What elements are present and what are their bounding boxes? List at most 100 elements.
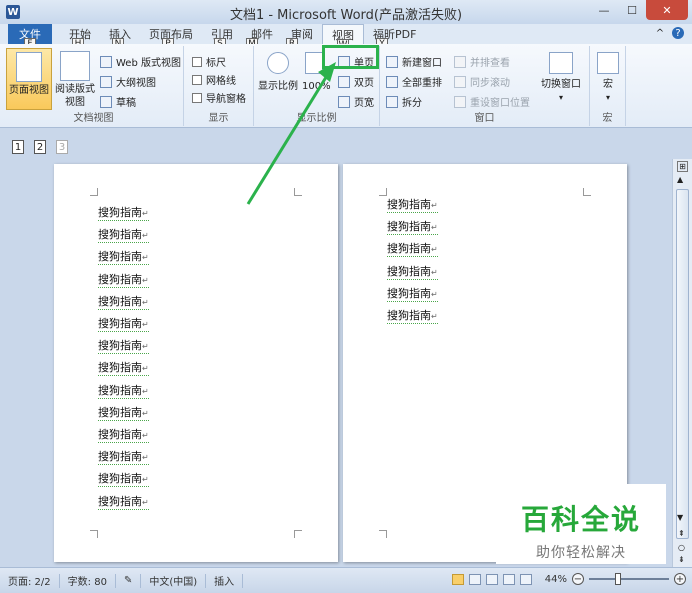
gridlines-checkbox[interactable]: 网格线 (192, 72, 236, 87)
ruler-checkbox[interactable]: 标尺 (192, 54, 226, 69)
zoom-button[interactable]: 显示比例 (258, 52, 298, 93)
document-line[interactable]: 搜狗指南↵ (98, 472, 149, 488)
tab-review[interactable]: 审阅 R (282, 24, 322, 51)
split-button[interactable]: 拆分 (386, 94, 422, 109)
outline-view-icon[interactable] (502, 573, 515, 585)
line-text: 搜狗指南 (98, 294, 142, 308)
zoom-slider[interactable] (589, 573, 669, 585)
corner-mark (90, 188, 98, 196)
document-line[interactable]: 搜狗指南↵ (98, 339, 149, 355)
reading-layout-button[interactable]: 阅读版式 视图 (54, 51, 96, 111)
document-line[interactable]: 搜狗指南↵ (98, 361, 149, 377)
nav-pane-checkbox[interactable]: 导航窗格 (192, 90, 246, 105)
document-line[interactable]: 搜狗指南↵ (98, 250, 149, 266)
page-width-label: 页宽 (354, 98, 374, 109)
tab-file[interactable]: 文件 F (8, 24, 52, 51)
document-line[interactable]: 搜狗指南↵ (98, 406, 149, 421)
zoom-in-icon[interactable]: + (674, 573, 686, 585)
switch-windows-button[interactable]: 切换窗口 ▾ (536, 52, 586, 104)
tab-mailings[interactable]: 邮件 M (242, 24, 282, 51)
vertical-scrollbar[interactable]: ⊞ ▲ ▼ ⇞ ○ ⇟ (672, 159, 692, 567)
tab-foxit-pdf[interactable]: 福昕PDF Y (364, 24, 425, 51)
checkbox-icon (192, 74, 202, 85)
next-page-icon[interactable]: ⇟ (678, 555, 685, 564)
new-window-button[interactable]: 新建窗口 (386, 54, 442, 69)
macros-button[interactable]: 宏 ▾ (594, 52, 622, 104)
document-line[interactable]: 搜狗指南↵ (98, 428, 149, 443)
word-count[interactable]: 字数: 80 (60, 573, 116, 588)
collapse-ribbon-icon[interactable]: ^ (654, 27, 666, 39)
paragraph-mark-icon: ↵ (431, 267, 438, 277)
paragraph-mark-icon: ↵ (431, 289, 438, 299)
arrange-all-button[interactable]: 全部重排 (386, 74, 442, 89)
outline-icon (100, 75, 112, 88)
outline-button[interactable]: 大纲视图 (100, 74, 156, 89)
scroll-up-icon[interactable]: ▲ (677, 175, 683, 184)
zoom-level[interactable]: 44% (545, 574, 567, 585)
reset-position-button[interactable]: 重设窗口位置 (454, 94, 530, 109)
outline-label: 大纲视图 (116, 78, 156, 89)
group-document-views: 页面视图 阅读版式 视图 Web 版式视图 大纲视图 草稿 文档视图 (4, 46, 184, 126)
document-line[interactable]: 搜狗指南↵ (98, 206, 149, 221)
watermark-title: 百科全说 (520, 503, 641, 536)
proofing-icon[interactable]: ✎ (116, 573, 142, 588)
ruler-toggle-icon[interactable]: ⊞ (677, 161, 688, 172)
two-pages-button[interactable]: 双页 (338, 74, 374, 89)
document-line[interactable]: 搜狗指南↵ (98, 317, 149, 332)
tab-home[interactable]: 开始 H (60, 24, 100, 51)
document-line[interactable]: 搜狗指南↵ (387, 309, 438, 324)
maximize-icon[interactable]: ☐ (618, 0, 646, 20)
web-layout-button[interactable]: Web 版式视图 (100, 54, 181, 69)
document-line[interactable]: 搜狗指南↵ (98, 495, 149, 510)
minimize-icon[interactable]: — (590, 0, 618, 20)
ruler-label: 标尺 (206, 58, 226, 69)
tab-insert[interactable]: 插入 N (100, 24, 140, 51)
document-line[interactable]: 搜狗指南↵ (98, 273, 149, 288)
new-window-icon (386, 55, 398, 68)
page-count[interactable]: 页面: 2/2 (0, 573, 60, 588)
line-text: 搜狗指南 (387, 220, 431, 234)
ribbon-tabs: 文件 F 开始 H 插入 N 页面布局 P 引用 S 邮件 M 审阅 R 视图 … (0, 24, 692, 52)
browse-object-icon[interactable]: ○ (678, 543, 685, 552)
close-icon[interactable]: ✕ (646, 0, 688, 20)
document-line[interactable]: 搜狗指南↵ (387, 265, 438, 280)
help-icon[interactable]: ? (672, 27, 684, 39)
keytip-number: 1 (12, 140, 24, 154)
side-by-side-label: 并排查看 (470, 58, 510, 69)
prev-page-icon[interactable]: ⇞ (678, 529, 685, 538)
document-line[interactable]: 搜狗指南↵ (387, 198, 438, 213)
language[interactable]: 中文(中国) (141, 573, 207, 588)
page-width-button[interactable]: 页宽 (338, 94, 374, 109)
draft-button[interactable]: 草稿 (100, 94, 136, 109)
document-line[interactable]: 搜狗指南↵ (387, 242, 438, 258)
insert-mode[interactable]: 插入 (206, 573, 244, 588)
magnifier-icon (267, 52, 289, 74)
document-line[interactable]: 搜狗指南↵ (98, 450, 149, 466)
document-line[interactable]: 搜狗指南↵ (98, 295, 149, 310)
tab-references[interactable]: 引用 S (202, 24, 242, 51)
paragraph-mark-icon: ↵ (431, 312, 438, 321)
document-line[interactable]: 搜狗指南↵ (387, 287, 438, 302)
group-macros: 宏 ▾ 宏 (590, 46, 626, 126)
zoom-out-icon[interactable]: − (572, 573, 584, 585)
page-1[interactable]: 搜狗指南↵ 搜狗指南↵ 搜狗指南↵ 搜狗指南↵ 搜狗指南↵ 搜狗指南↵ 搜狗指南↵ 搜狗指南↵… (54, 164, 338, 562)
web-layout-label: Web 版式视图 (116, 58, 181, 69)
switch-windows-icon (549, 52, 573, 74)
paragraph-mark-icon: ↵ (431, 245, 438, 255)
document-line[interactable]: 搜狗指南↵ (98, 228, 149, 244)
draft-view-icon[interactable] (519, 573, 532, 585)
side-by-side-button[interactable]: 并排查看 (454, 54, 510, 69)
tab-page-layout[interactable]: 页面布局 P (140, 24, 202, 51)
web-view-icon[interactable] (485, 573, 498, 585)
line-text: 搜狗指南 (98, 383, 142, 397)
document-line[interactable]: 搜狗指南↵ (387, 220, 438, 236)
tab-view[interactable]: 视图 W (322, 24, 364, 52)
scroll-down-icon[interactable]: ▼ (677, 513, 683, 522)
print-layout-button[interactable]: 页面视图 (6, 48, 52, 110)
print-layout-view-icon[interactable] (451, 573, 464, 585)
document-line[interactable]: 搜狗指南↵ (98, 384, 149, 399)
sync-scroll-button[interactable]: 同步滚动 (454, 74, 510, 89)
scrollbar-thumb[interactable] (676, 189, 689, 539)
reading-view-icon[interactable] (468, 573, 481, 585)
zoom-slider-thumb[interactable] (615, 573, 621, 585)
